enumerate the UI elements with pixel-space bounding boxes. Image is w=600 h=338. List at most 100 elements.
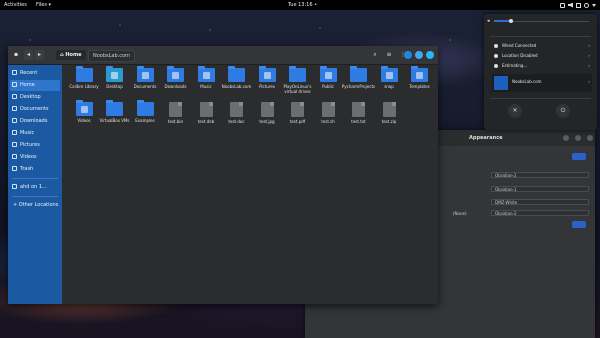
sidebar-item-label: Documents bbox=[20, 106, 49, 112]
folder-icon bbox=[319, 66, 337, 82]
location-item[interactable]: Location Disabled › bbox=[494, 52, 590, 60]
file-item[interactable]: Documents bbox=[128, 66, 162, 89]
path-current-button[interactable]: NoobsLab.com bbox=[88, 50, 135, 62]
accent-dot-3[interactable] bbox=[426, 51, 434, 59]
file-item[interactable]: snap bbox=[372, 66, 406, 89]
file-item[interactable]: test.jpg bbox=[250, 102, 284, 124]
user-item[interactable]: NoobsLab.com › bbox=[492, 74, 592, 92]
cursor-row: Obsidian-1 bbox=[453, 186, 589, 193]
file-label: test.jpg bbox=[259, 119, 275, 124]
sidebar-item-home[interactable]: Home bbox=[10, 80, 60, 91]
file-label: Public bbox=[322, 84, 334, 89]
cursor-theme-combo[interactable]: Obsidian-1 bbox=[491, 186, 589, 192]
file-item[interactable]: test.pdf bbox=[281, 102, 315, 124]
file-icon bbox=[352, 102, 365, 117]
file-item[interactable]: PlayOnLinux's virtual drives bbox=[281, 66, 315, 94]
dark-theme-toggle[interactable] bbox=[572, 221, 586, 228]
shell-theme-combo[interactable]: Obsidian-2 bbox=[491, 210, 589, 216]
chevron-right-icon: › bbox=[588, 53, 590, 58]
accent-dot-1[interactable] bbox=[404, 51, 412, 59]
file-item[interactable]: VirtualBox VMs bbox=[98, 100, 132, 123]
battery-label: Estimating... bbox=[502, 63, 528, 68]
sidebar: Recent Home Desktop Documents Downloads … bbox=[8, 65, 62, 304]
maximize-button[interactable] bbox=[575, 135, 581, 141]
sidebar-item-videos[interactable]: Videos bbox=[10, 152, 60, 163]
file-item[interactable]: test.doc bbox=[220, 102, 254, 124]
path-home-label: Home bbox=[65, 52, 82, 58]
folder-icon bbox=[197, 66, 215, 82]
wired-connection-item[interactable]: Wired Connected › bbox=[494, 42, 590, 50]
file-item[interactable]: Desktop bbox=[98, 66, 132, 89]
file-grid: Calibre Library Desktop Documents Downloads… bbox=[64, 65, 438, 304]
file-item[interactable]: Public bbox=[311, 66, 345, 89]
file-item[interactable]: Calibre Library bbox=[67, 66, 101, 89]
file-item[interactable]: Downloads bbox=[159, 66, 193, 89]
files-window: ▪ ◂ ▸ ⌂ Home NoobsLab.com ⌕ ≡ ⋮ Recent H… bbox=[8, 46, 438, 304]
battery-item[interactable]: Estimating... › bbox=[494, 62, 590, 70]
accent-dot-2[interactable] bbox=[415, 51, 423, 59]
path-home-button[interactable]: ⌂ Home bbox=[56, 50, 86, 60]
folder-icon bbox=[75, 100, 93, 116]
trash-icon bbox=[12, 166, 17, 171]
app-menu[interactable]: Files ▾ bbox=[36, 0, 51, 10]
battery-icon bbox=[576, 2, 581, 8]
system-tray[interactable] bbox=[560, 0, 596, 10]
folder-icon bbox=[380, 66, 398, 82]
pictures-icon bbox=[12, 142, 17, 147]
file-item[interactable]: PycharmProjects bbox=[341, 66, 376, 89]
file-label: PycharmProjects bbox=[341, 84, 376, 89]
sidebar-item-label: Trash bbox=[20, 166, 34, 172]
theme-row: Obsidian-2 bbox=[453, 172, 589, 179]
clock[interactable]: Tue 13:16 • bbox=[288, 0, 317, 10]
file-item[interactable]: Music bbox=[189, 66, 223, 89]
folder-icon bbox=[136, 100, 154, 116]
location-icon bbox=[494, 54, 498, 58]
sidebar-item-recent[interactable]: Recent bbox=[10, 68, 60, 79]
file-item[interactable]: Pictures bbox=[250, 66, 284, 89]
search-icon[interactable]: ⌕ bbox=[370, 50, 380, 60]
sidebar-item-other-locations[interactable]: + Other Locations bbox=[10, 200, 60, 211]
file-item[interactable]: test.txt bbox=[342, 102, 376, 124]
sidebar-item-label: Pictures bbox=[20, 142, 40, 148]
file-item[interactable]: test.deb bbox=[189, 102, 223, 124]
applications-theme-combo[interactable]: Obsidian-2 bbox=[491, 172, 589, 178]
settings-button[interactable]: ✕ bbox=[508, 104, 522, 118]
download-icon bbox=[12, 118, 17, 123]
volume-slider-handle[interactable] bbox=[509, 19, 513, 23]
close-button[interactable] bbox=[587, 135, 593, 141]
folder-emblem-icon bbox=[111, 72, 118, 79]
header-bar: ▪ ◂ ▸ ⌂ Home NoobsLab.com ⌕ ≡ ⋮ bbox=[8, 46, 438, 65]
animations-toggle[interactable] bbox=[572, 153, 586, 160]
sidebar-item-trash[interactable]: Trash bbox=[10, 164, 60, 175]
minimize-button[interactable] bbox=[563, 135, 569, 141]
sidebar-item-desktop[interactable]: Desktop bbox=[10, 92, 60, 103]
file-item[interactable]: Videos bbox=[67, 100, 101, 123]
dropdown-icon bbox=[592, 3, 596, 7]
file-item[interactable]: test.zip bbox=[372, 102, 406, 124]
file-label: test.pdf bbox=[289, 119, 306, 124]
sidebar-item-music[interactable]: Music bbox=[10, 128, 60, 139]
file-item[interactable]: Templates bbox=[403, 66, 437, 89]
power-button[interactable]: ⏻ bbox=[556, 104, 570, 118]
sidebar-item-drive[interactable]: ahd on 1... bbox=[10, 182, 60, 193]
sidebar-item-documents[interactable]: Documents bbox=[10, 104, 60, 115]
file-item[interactable]: test.bin bbox=[159, 102, 193, 124]
sidebar-toggle-icon[interactable]: ▪ bbox=[11, 50, 21, 60]
icons-theme-combo[interactable]: DMZ-White bbox=[491, 199, 589, 205]
file-icon bbox=[321, 102, 335, 117]
sidebar-item-downloads[interactable]: Downloads bbox=[10, 116, 60, 127]
document-icon bbox=[12, 106, 17, 111]
file-label: snap bbox=[384, 84, 394, 89]
shell-row: (None) Obsidian-2 bbox=[453, 210, 589, 217]
file-item[interactable]: NoobsLab.com bbox=[220, 66, 254, 89]
forward-button[interactable]: ▸ bbox=[35, 50, 44, 60]
file-label: test.txt bbox=[351, 119, 366, 124]
activities-button[interactable]: Activities bbox=[4, 0, 27, 10]
back-button[interactable]: ◂ bbox=[24, 50, 33, 60]
file-item[interactable]: test.sh bbox=[311, 102, 345, 124]
view-toggle-icon[interactable]: ≡ bbox=[384, 50, 394, 60]
video-icon bbox=[12, 154, 17, 159]
file-item[interactable]: Examples bbox=[128, 100, 162, 123]
file-label: Pictures bbox=[259, 84, 275, 89]
sidebar-item-pictures[interactable]: Pictures bbox=[10, 140, 60, 151]
